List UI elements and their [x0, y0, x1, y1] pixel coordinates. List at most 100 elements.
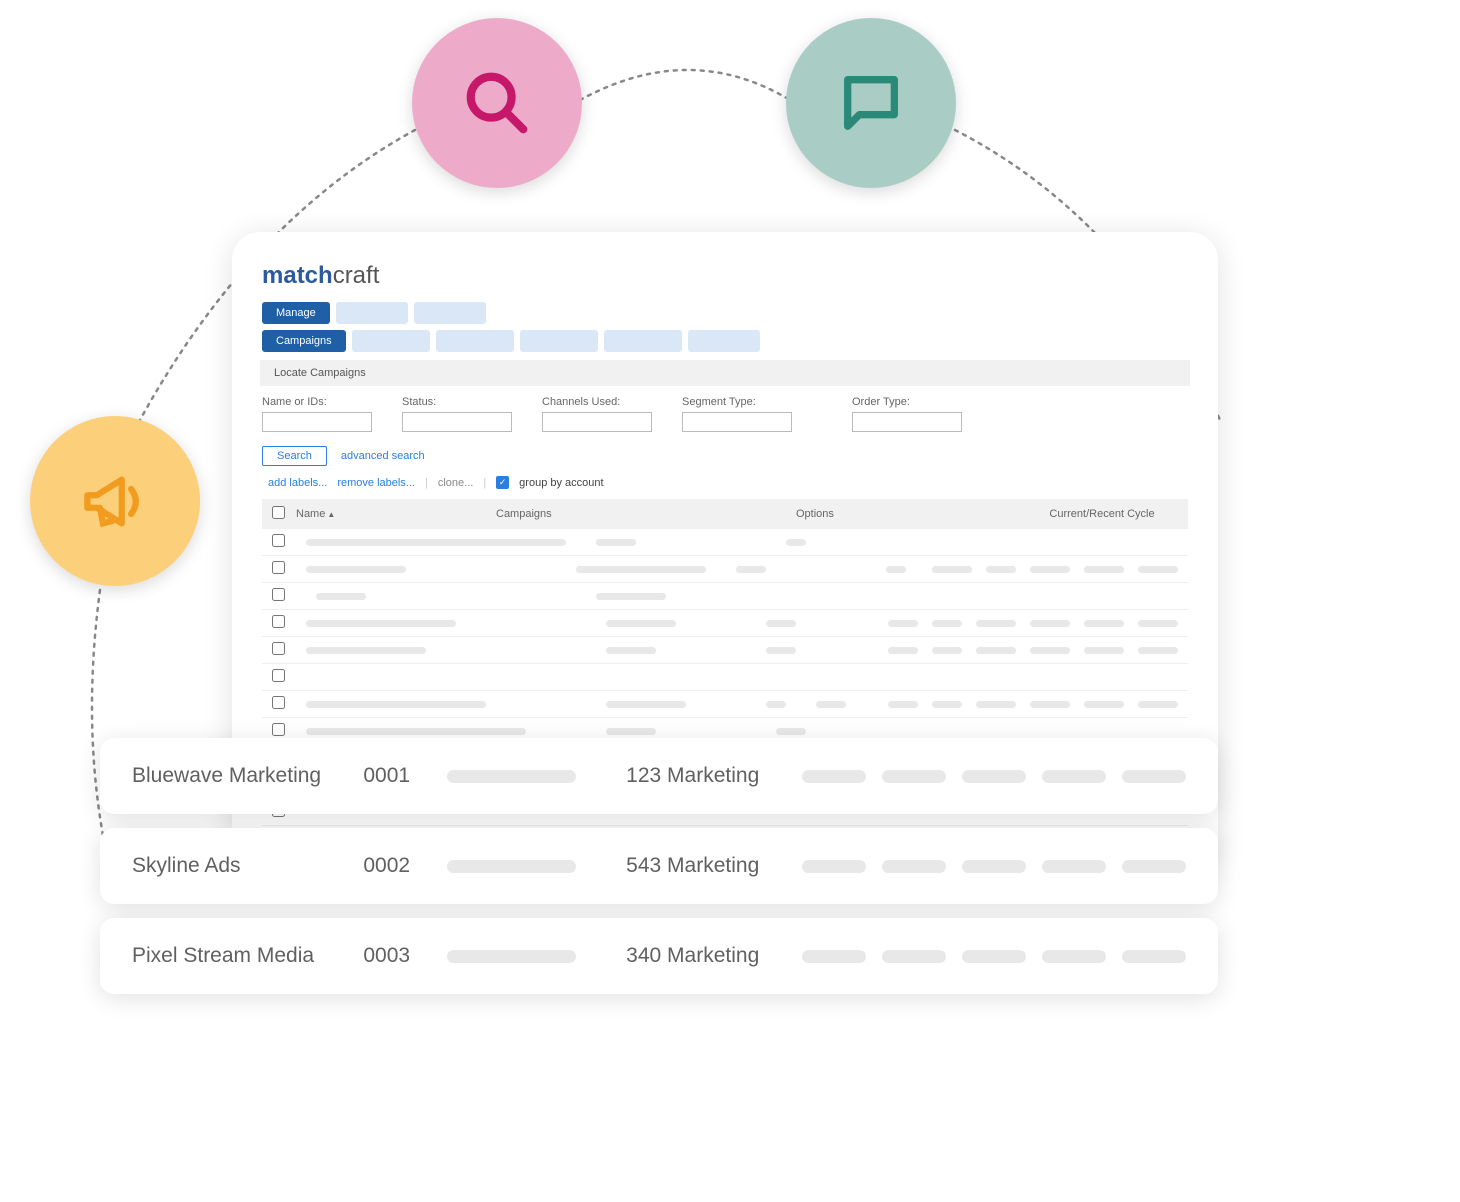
campaign-name: Bluewave Marketing [132, 764, 363, 788]
remove-labels-link[interactable]: remove labels... [337, 477, 415, 489]
campaign-card[interactable]: Bluewave Marketing 0001 123 Marketing [100, 738, 1218, 814]
placeholder-bar [447, 770, 577, 783]
tab-placeholder[interactable] [604, 330, 682, 352]
placeholder-pill [882, 770, 946, 783]
add-labels-link[interactable]: add labels... [268, 477, 327, 489]
placeholder-pill [1122, 860, 1186, 873]
primary-tabs: Manage [262, 302, 1188, 324]
placeholder-pill [1042, 770, 1106, 783]
filter-row: Name or IDs: Status: Channels Used: Segm… [262, 396, 1188, 432]
metric-pills [802, 860, 1186, 873]
campaign-name: Pixel Stream Media [132, 944, 363, 968]
secondary-tabs: Campaigns [262, 330, 1188, 352]
search-icon [462, 68, 532, 138]
logo-part-1: match [262, 262, 333, 289]
row-checkbox[interactable] [272, 534, 285, 547]
campaign-card[interactable]: Pixel Stream Media 0003 340 Marketing [100, 918, 1218, 994]
filter-name-label: Name or IDs: [262, 396, 372, 408]
filter-segment-label: Segment Type: [682, 396, 792, 408]
clone-link[interactable]: clone... [438, 477, 473, 489]
row-checkbox[interactable] [272, 561, 285, 574]
placeholder-pill [1122, 950, 1186, 963]
tab-placeholder[interactable] [336, 302, 408, 324]
filter-status-label: Status: [402, 396, 512, 408]
row-checkbox[interactable] [272, 615, 285, 628]
filter-order: Order Type: [852, 396, 962, 432]
search-action-row: Search advanced search [262, 446, 1188, 466]
row-checkbox[interactable] [272, 696, 285, 709]
filter-segment: Segment Type: [682, 396, 792, 432]
campaign-id: 0003 [363, 944, 446, 968]
filter-order-label: Order Type: [852, 396, 962, 408]
campaign-label: 340 Marketing [626, 944, 802, 968]
logo-part-2: craft [333, 262, 380, 289]
name-input[interactable] [262, 412, 372, 432]
placeholder-pill [1122, 770, 1186, 783]
table-row [262, 556, 1188, 583]
chat-icon [836, 68, 906, 138]
filter-name: Name or IDs: [262, 396, 372, 432]
tab-placeholder[interactable] [688, 330, 760, 352]
search-button[interactable]: Search [262, 446, 327, 466]
filter-channels-label: Channels Used: [542, 396, 652, 408]
select-all-checkbox[interactable] [272, 506, 285, 519]
tab-placeholder[interactable] [520, 330, 598, 352]
divider: | [425, 477, 428, 489]
channels-input[interactable] [542, 412, 652, 432]
section-title: Locate Campaigns [260, 360, 1190, 386]
status-input[interactable] [402, 412, 512, 432]
placeholder-pill [962, 770, 1026, 783]
chat-feature-circle [786, 18, 956, 188]
row-checkbox[interactable] [272, 669, 285, 682]
row-checkbox[interactable] [272, 723, 285, 736]
group-by-checkbox[interactable]: ✓ [496, 476, 509, 489]
placeholder-pill [1042, 950, 1106, 963]
row-checkbox[interactable] [272, 642, 285, 655]
table-row [262, 583, 1188, 610]
placeholder-pill [882, 950, 946, 963]
tab-campaigns[interactable]: Campaigns [262, 330, 346, 352]
campaign-id: 0002 [363, 854, 446, 878]
segment-input[interactable] [682, 412, 792, 432]
megaphone-icon [78, 464, 153, 539]
tab-placeholder[interactable] [352, 330, 430, 352]
table-row [262, 610, 1188, 637]
campaign-card[interactable]: Skyline Ads 0002 543 Marketing [100, 828, 1218, 904]
column-campaigns[interactable]: Campaigns [496, 508, 796, 520]
campaign-id: 0001 [363, 764, 446, 788]
search-feature-circle [412, 18, 582, 188]
campaign-label: 123 Marketing [626, 764, 802, 788]
divider: | [483, 477, 486, 489]
campaign-name: Skyline Ads [132, 854, 363, 878]
column-name[interactable]: Name▲ [296, 508, 496, 520]
placeholder-pill [962, 950, 1026, 963]
megaphone-feature-circle [30, 416, 200, 586]
table-row [262, 529, 1188, 556]
table-row [262, 691, 1188, 718]
metric-pills [802, 950, 1186, 963]
placeholder-pill [802, 860, 866, 873]
group-by-label: group by account [519, 477, 603, 489]
table-body [262, 529, 1188, 868]
placeholder-pill [802, 950, 866, 963]
advanced-search-link[interactable]: advanced search [341, 450, 425, 462]
tab-placeholder[interactable] [436, 330, 514, 352]
placeholder-pill [802, 770, 866, 783]
sort-ascending-icon: ▲ [327, 510, 335, 519]
tab-placeholder[interactable] [414, 302, 486, 324]
placeholder-pill [882, 860, 946, 873]
filter-status: Status: [402, 396, 512, 432]
row-checkbox[interactable] [272, 588, 285, 601]
filter-channels: Channels Used: [542, 396, 652, 432]
tab-manage[interactable]: Manage [262, 302, 330, 324]
order-input[interactable] [852, 412, 962, 432]
table-row [262, 664, 1188, 691]
label-action-row: add labels... remove labels... | clone..… [262, 476, 1188, 489]
placeholder-bar [447, 950, 577, 963]
column-cycle[interactable]: Current/Recent Cycle [1026, 508, 1178, 520]
table-header: Name▲ Campaigns Options Current/Recent C… [262, 499, 1188, 529]
campaign-label: 543 Marketing [626, 854, 802, 878]
placeholder-pill [962, 860, 1026, 873]
column-options[interactable]: Options [796, 508, 1026, 520]
table-row [262, 637, 1188, 664]
